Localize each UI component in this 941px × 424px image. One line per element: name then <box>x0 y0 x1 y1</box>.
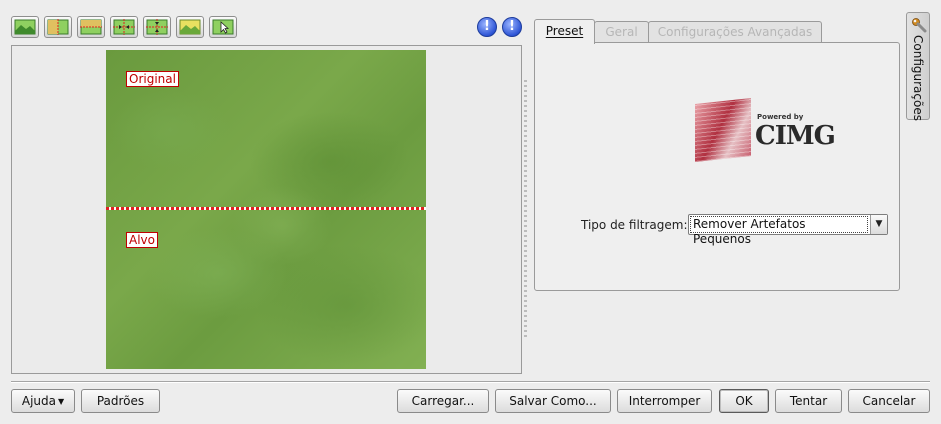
compare-horizontal-button[interactable] <box>143 16 171 38</box>
wrench-icon <box>912 18 927 33</box>
split-horizontal-icon <box>80 19 102 35</box>
save-as-button[interactable]: Salvar Como... <box>495 389 611 413</box>
ok-button[interactable]: OK <box>719 389 769 413</box>
split-divider[interactable] <box>106 207 426 210</box>
bottom-separator <box>11 381 930 383</box>
preview-image[interactable]: Original Alvo <box>106 50 426 369</box>
filter-type-value: Remover Artefatos Pequenos <box>690 216 868 246</box>
pointer-mode-button[interactable] <box>209 16 237 38</box>
image-target-icon <box>179 19 201 35</box>
info-icon[interactable]: ! <box>477 17 497 37</box>
original-image-button[interactable] <box>11 16 39 38</box>
compare-horizontal-icon <box>146 19 168 35</box>
logo-name: CIMG <box>755 121 836 151</box>
compare-vertical-button[interactable] <box>110 16 138 38</box>
image-original-icon <box>14 19 36 35</box>
split-horizontal-button[interactable] <box>77 16 105 38</box>
defaults-button[interactable]: Padrões <box>81 389 160 413</box>
help-button[interactable]: Ajuda ▼ <box>11 389 75 413</box>
cimg-logo: Powered by CIMG <box>695 98 837 163</box>
split-vertical-button[interactable] <box>44 16 72 38</box>
filter-type-select[interactable]: Remover Artefatos Pequenos ▼ <box>688 214 888 246</box>
tab-geral[interactable]: Geral <box>594 21 649 42</box>
load-button[interactable]: Carregar... <box>397 389 489 413</box>
preview-panel: Original Alvo <box>11 45 522 374</box>
settings-dock-tab[interactable]: Configurações <box>906 12 930 121</box>
original-label: Original <box>126 71 179 87</box>
tab-preset[interactable]: Preset <box>534 19 595 44</box>
split-vertical-icon <box>47 19 69 35</box>
filter-type-label: Tipo de filtragem: <box>581 218 688 232</box>
try-button[interactable]: Tentar <box>775 389 842 413</box>
cancel-button[interactable]: Cancelar <box>848 389 930 413</box>
chevron-down-icon[interactable]: ▼ <box>870 215 887 234</box>
logo-image <box>695 98 751 162</box>
dock-label: Configurações <box>911 35 925 121</box>
info-alt-icon[interactable]: ! <box>502 17 522 37</box>
tab-advanced-settings[interactable]: Configurações Avançadas <box>648 21 822 42</box>
image-pointer-icon <box>212 19 234 35</box>
compare-vertical-icon <box>113 19 135 35</box>
target-label: Alvo <box>126 232 158 248</box>
preset-panel: Powered by CIMG Tipo de filtragem: Remov… <box>534 42 900 291</box>
abort-button[interactable]: Interromper <box>617 389 712 413</box>
panel-splitter[interactable] <box>524 80 527 340</box>
target-image-button[interactable] <box>176 16 204 38</box>
logo-powered-by: Powered by <box>757 113 804 121</box>
caret-down-icon: ▼ <box>57 397 65 406</box>
